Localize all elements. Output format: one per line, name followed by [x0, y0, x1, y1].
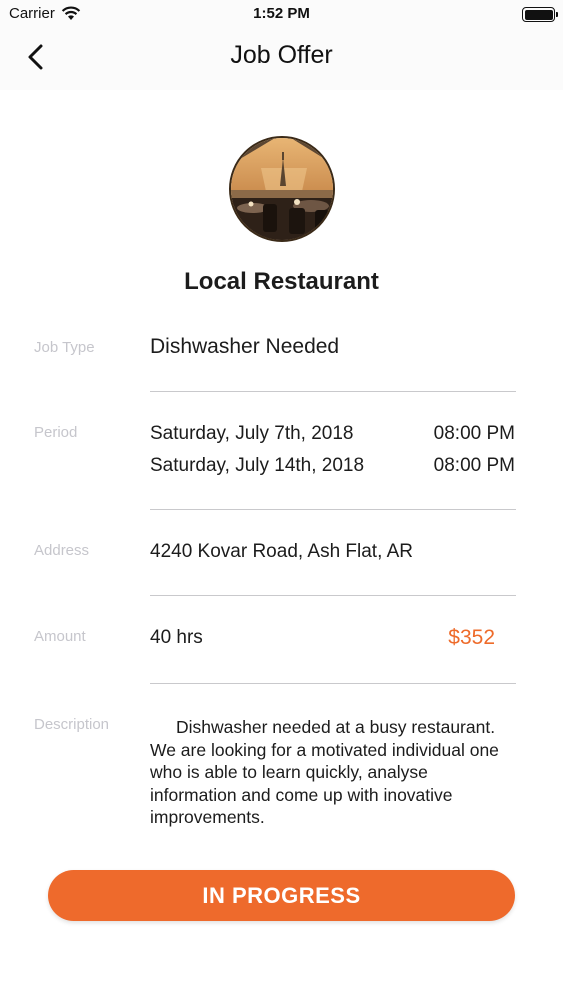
job-type-label: Job Type [34, 339, 95, 356]
in-progress-button[interactable]: IN PROGRESS [48, 870, 515, 921]
address-label: Address [34, 542, 90, 559]
business-name: Local Restaurant [184, 268, 379, 295]
status-bar: Carrier 1:52 PM [0, 0, 563, 30]
period-end-date: Saturday, July 14th, 2018 [150, 455, 365, 476]
period-start-time: 08:00 PM [433, 423, 515, 444]
description-label: Description [34, 716, 110, 733]
amount-label: Amount [34, 628, 86, 645]
divider [150, 595, 516, 596]
period-start-date: Saturday, July 7th, 2018 [150, 423, 354, 444]
job-type-value: Dishwasher Needed [150, 335, 340, 358]
address-value: 4240 Kovar Road, Ash Flat, AR [150, 541, 413, 562]
divider [150, 391, 516, 392]
divider [150, 509, 516, 510]
period-label: Period [34, 424, 78, 441]
status-time: 1:52 PM [253, 5, 310, 22]
amount-price: $352 [448, 626, 495, 649]
page-title: Job Offer [230, 41, 333, 69]
nav-bar: Job Offer [0, 30, 563, 90]
divider [150, 683, 516, 684]
business-avatar [229, 136, 335, 242]
description-text: Dishwasher needed at a busy restaurant. … [150, 717, 499, 827]
period-end-time: 08:00 PM [433, 455, 515, 476]
battery-icon [522, 7, 558, 22]
amount-hours: 40 hrs [150, 627, 203, 648]
